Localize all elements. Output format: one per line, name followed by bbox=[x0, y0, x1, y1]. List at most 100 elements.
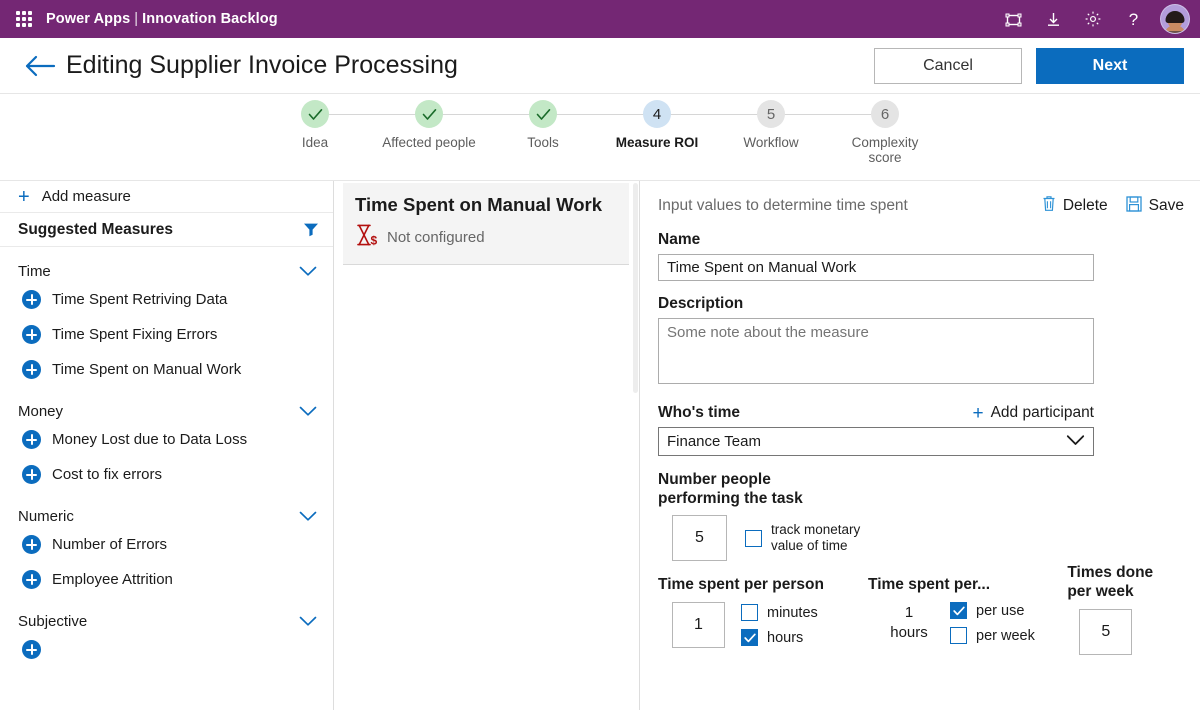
step-affected-people[interactable]: Affected people bbox=[372, 100, 486, 165]
add-measure-button[interactable]: + Add measure bbox=[0, 181, 333, 213]
description-field-label: Description bbox=[658, 295, 1184, 313]
add-circle-icon[interactable] bbox=[22, 430, 41, 449]
gear-icon[interactable] bbox=[1074, 0, 1112, 38]
chevron-down-icon[interactable] bbox=[299, 511, 317, 522]
track-monetary-checkbox-row[interactable]: track monetary value of time bbox=[745, 522, 860, 554]
step-complexity-score[interactable]: 6 Complexity score bbox=[828, 100, 942, 165]
wizard-stepper: Idea Affected people Tools 4 Measure ROI… bbox=[0, 94, 1200, 181]
time-spent-per-label: Time spent per... bbox=[868, 575, 1067, 594]
list-item-partial[interactable] bbox=[0, 632, 333, 667]
next-button[interactable]: Next bbox=[1036, 48, 1184, 84]
download-icon[interactable] bbox=[1034, 0, 1072, 38]
plus-icon: + bbox=[972, 407, 983, 420]
stepper-steps: Idea Affected people Tools 4 Measure ROI… bbox=[258, 100, 942, 165]
step-bubble-5: 5 bbox=[757, 100, 785, 128]
add-participant-button[interactable]: + Add participant bbox=[972, 404, 1094, 422]
measure-card-status: $ Not configured bbox=[355, 223, 617, 252]
times-done-input[interactable] bbox=[1079, 609, 1132, 655]
list-item[interactable]: Employee Attrition bbox=[0, 562, 333, 597]
per-use-label: per use bbox=[976, 603, 1024, 619]
add-measure-label: Add measure bbox=[42, 188, 131, 205]
add-circle-icon[interactable] bbox=[22, 640, 41, 659]
workspace: + Add measure Suggested Measures Time Ti… bbox=[0, 181, 1200, 710]
group-header-time[interactable]: Time bbox=[0, 247, 333, 282]
command-bar-actions: Cancel Next bbox=[874, 48, 1184, 84]
time-per-person-input[interactable] bbox=[672, 602, 725, 648]
time-settings-grid: Time spent per person minutes bbox=[658, 575, 1184, 655]
filter-icon[interactable] bbox=[303, 222, 319, 237]
scrollbar-thumb[interactable] bbox=[633, 183, 638, 393]
step-label-2: Affected people bbox=[382, 135, 476, 150]
whos-time-select[interactable]: Finance Team bbox=[658, 427, 1094, 456]
list-item[interactable]: Time Spent Retriving Data bbox=[0, 282, 333, 317]
step-workflow[interactable]: 5 Workflow bbox=[714, 100, 828, 165]
add-circle-icon[interactable] bbox=[22, 325, 41, 344]
name-input[interactable] bbox=[658, 254, 1094, 281]
track-monetary-line1: track monetary bbox=[771, 522, 860, 537]
unit-minutes-row[interactable]: minutes bbox=[741, 604, 818, 621]
detail-header: Input values to determine time spent Del… bbox=[658, 195, 1184, 217]
step-tools[interactable]: Tools bbox=[486, 100, 600, 165]
suite-bar: Power Apps|Innovation Backlog ? bbox=[0, 0, 1200, 38]
list-item-label: Number of Errors bbox=[52, 536, 167, 553]
suggested-measures-pane: + Add measure Suggested Measures Time Ti… bbox=[0, 181, 334, 710]
time-per-person-group: Time spent per person minutes bbox=[658, 575, 868, 648]
list-item[interactable]: Time Spent Fixing Errors bbox=[0, 317, 333, 352]
cancel-button[interactable]: Cancel bbox=[874, 48, 1022, 84]
add-circle-icon[interactable] bbox=[22, 570, 41, 589]
group-header-subjective[interactable]: Subjective bbox=[0, 597, 333, 632]
per-use-checkbox[interactable] bbox=[950, 602, 967, 619]
number-people-input[interactable] bbox=[672, 515, 727, 561]
track-monetary-checkbox[interactable] bbox=[745, 530, 762, 547]
description-input[interactable] bbox=[658, 318, 1094, 384]
app-name[interactable]: Innovation Backlog bbox=[142, 11, 278, 27]
delete-button[interactable]: Delete bbox=[1042, 195, 1108, 217]
avatar[interactable] bbox=[1160, 4, 1190, 34]
add-circle-icon[interactable] bbox=[22, 290, 41, 309]
help-icon[interactable]: ? bbox=[1114, 0, 1152, 38]
minutes-checkbox[interactable] bbox=[741, 604, 758, 621]
chevron-down-icon[interactable] bbox=[299, 406, 317, 417]
command-bar: Editing Supplier Invoice Processing Canc… bbox=[0, 38, 1200, 94]
list-item[interactable]: Money Lost due to Data Loss bbox=[0, 422, 333, 457]
save-button[interactable]: Save bbox=[1126, 196, 1184, 217]
chevron-down-icon[interactable] bbox=[299, 266, 317, 277]
add-circle-icon[interactable] bbox=[22, 360, 41, 379]
per-week-checkbox[interactable] bbox=[950, 627, 967, 644]
frame-icon[interactable] bbox=[994, 0, 1032, 38]
back-arrow-icon[interactable] bbox=[20, 46, 60, 86]
list-item[interactable]: Number of Errors bbox=[0, 527, 333, 562]
list-item-label: Money Lost due to Data Loss bbox=[52, 431, 247, 448]
chevron-down-icon[interactable] bbox=[299, 616, 317, 627]
group-header-numeric[interactable]: Numeric bbox=[0, 492, 333, 527]
list-item[interactable]: Time Spent on Manual Work bbox=[0, 352, 333, 387]
step-measure-roi[interactable]: 4 Measure ROI bbox=[600, 100, 714, 165]
add-circle-icon[interactable] bbox=[22, 535, 41, 554]
step-idea[interactable]: Idea bbox=[258, 100, 372, 165]
trash-icon bbox=[1042, 195, 1056, 217]
step-bubble-1 bbox=[301, 100, 329, 128]
step-bubble-4: 4 bbox=[643, 100, 671, 128]
middle-pane-scrollbar[interactable] bbox=[632, 181, 639, 710]
step-label-1: Idea bbox=[302, 135, 328, 150]
save-label: Save bbox=[1149, 197, 1184, 215]
track-monetary-line2: value of time bbox=[771, 538, 848, 553]
measure-card[interactable]: Time Spent on Manual Work $ Not configur… bbox=[343, 183, 629, 265]
add-circle-icon[interactable] bbox=[22, 465, 41, 484]
list-item[interactable]: Cost to fix errors bbox=[0, 457, 333, 492]
per-week-row[interactable]: per week bbox=[950, 627, 1035, 644]
group-header-money[interactable]: Money bbox=[0, 387, 333, 422]
hours-checkbox[interactable] bbox=[741, 629, 758, 646]
group-label-subjective: Subjective bbox=[18, 613, 87, 630]
per-use-row[interactable]: per use bbox=[950, 602, 1035, 619]
detail-actions: Delete Save bbox=[1042, 195, 1184, 217]
app-launcher-icon[interactable] bbox=[10, 5, 38, 33]
svg-text:?: ? bbox=[1128, 10, 1137, 29]
measure-card-title: Time Spent on Manual Work bbox=[355, 193, 617, 217]
brand-name[interactable]: Power Apps bbox=[46, 11, 130, 27]
group-label-numeric: Numeric bbox=[18, 508, 74, 525]
group-label-money: Money bbox=[18, 403, 63, 420]
step-label-3: Tools bbox=[527, 135, 559, 150]
unit-hours-row[interactable]: hours bbox=[741, 629, 818, 646]
step-bubble-2 bbox=[415, 100, 443, 128]
